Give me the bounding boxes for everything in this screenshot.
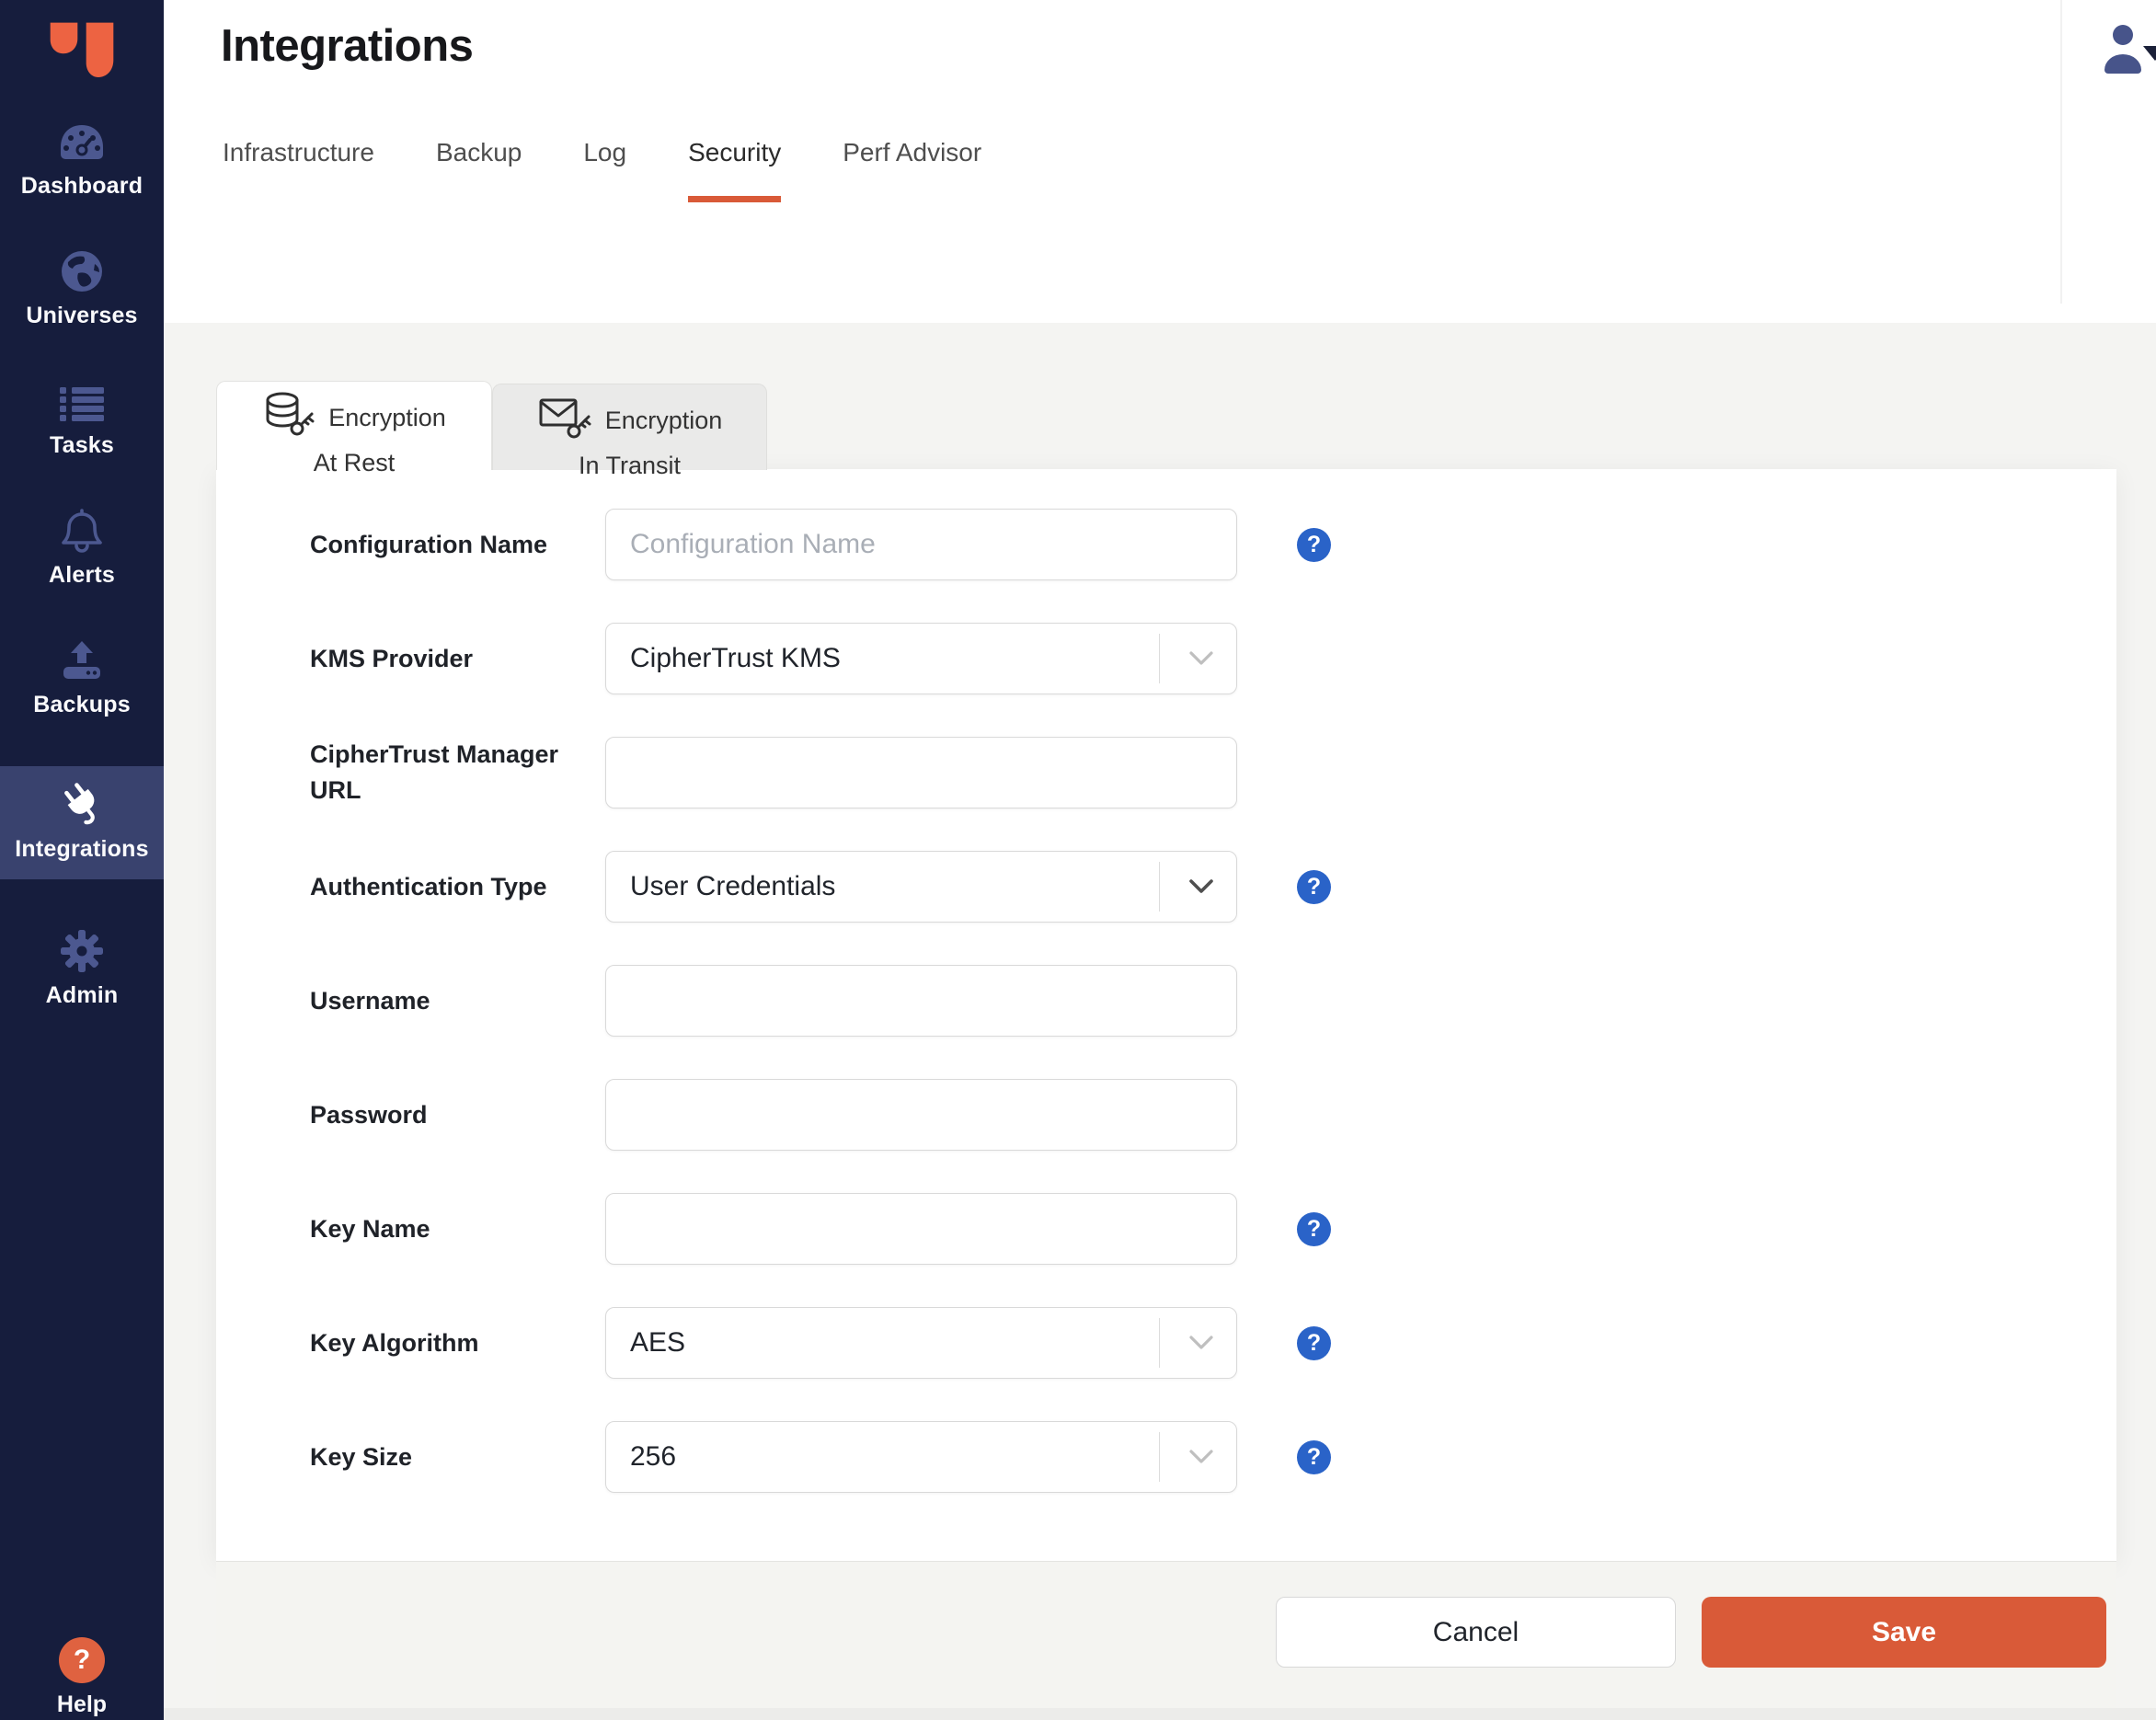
yugabyte-logo [50,22,114,77]
kms-provider-value: CipherTrust KMS [630,643,841,673]
help-circle-icon[interactable]: ? [1297,1325,1331,1360]
page-header: Integrations Infrastructure Backup Log S… [164,0,2156,323]
configuration-name-input[interactable] [605,509,1237,580]
field-label: CipherTrust Manager URL [310,740,559,804]
form-row: Key Name ? [310,1193,2116,1265]
sidebar-nav: Dashboard Universes Tasks Alerts Backups… [0,118,164,1057]
cancel-button[interactable]: Cancel [1276,1597,1676,1668]
select-divider [1159,1432,1160,1482]
help-label: Help [56,1691,108,1717]
chevron-down-icon [1187,650,1215,667]
form-row: CipherTrust Manager URL [310,737,2116,808]
header-tabs: Infrastructure Backup Log Security Perf … [223,138,981,202]
sidebar-item-label: Integrations [15,835,149,862]
key-algorithm-select[interactable]: AES [605,1307,1237,1379]
help-circle-icon[interactable]: ? [1297,527,1331,562]
bell-icon [60,507,104,553]
enc-tab-label-line1: Encryption [328,404,446,431]
field-label: Authentication Type [310,872,547,900]
form-row: Password [310,1079,2116,1151]
sidebar: Dashboard Universes Tasks Alerts Backups… [0,0,164,1720]
select-divider [1159,634,1160,683]
encryption-at-rest-panel: Configuration Name ? KMS Provider Cipher… [216,469,2116,1562]
enc-tab-label-line2: In Transit [578,452,682,479]
envelope-key-icon [537,394,592,448]
sidebar-item-alerts[interactable]: Alerts [0,507,164,589]
gear-icon [60,927,104,973]
chevron-down-icon [1187,878,1215,895]
user-avatar-icon[interactable] [2097,22,2149,80]
sidebar-item-admin[interactable]: Admin [0,927,164,1009]
list-icon [60,377,104,423]
form-row: Authentication Type User Credentials ? [310,851,2116,923]
authentication-type-value: User Credentials [630,871,836,901]
kms-config-form: Configuration Name ? KMS Provider Cipher… [216,469,2116,1493]
sidebar-item-help[interactable]: ? Help [0,1637,164,1718]
chevron-down-icon [1187,1449,1215,1465]
sidebar-item-label: Tasks [49,431,115,458]
field-label: Configuration Name [310,530,548,558]
sidebar-item-tasks[interactable]: Tasks [0,377,164,459]
sidebar-item-label: Dashboard [20,172,143,199]
gauge-icon [59,118,105,164]
tab-encryption-at-rest[interactable]: Encryption At Rest [216,381,492,476]
form-row: Configuration Name ? [310,509,2116,580]
help-circle-icon[interactable]: ? [1297,869,1331,904]
upload-icon [60,636,104,682]
page-title: Integrations [221,21,474,71]
select-divider [1159,862,1160,912]
ciphertrust-manager-url-input[interactable] [605,737,1237,808]
tab-log[interactable]: Log [583,138,626,202]
sidebar-item-universes[interactable]: Universes [0,247,164,329]
content-area: Encryption At Rest Encryption In Transit… [164,323,2156,1720]
form-row: Username [310,965,2116,1037]
sidebar-item-backups[interactable]: Backups [0,636,164,718]
key-name-input[interactable] [605,1193,1237,1265]
kms-provider-select[interactable]: CipherTrust KMS [605,623,1237,694]
key-size-select[interactable]: 256 [605,1421,1237,1493]
form-footer: Cancel Save [216,1561,2116,1708]
field-label: KMS Provider [310,644,474,672]
password-input[interactable] [605,1079,1237,1151]
question-icon: ? [59,1637,105,1683]
caret-down-icon[interactable] [2143,46,2156,61]
username-input[interactable] [605,965,1237,1037]
page-bottom-strip [164,1708,2156,1720]
enc-tab-label-line1: Encryption [604,407,723,434]
sidebar-item-label: Backups [33,691,131,717]
authentication-type-select[interactable]: User Credentials [605,851,1237,923]
key-size-value: 256 [630,1441,677,1472]
field-label: Key Size [310,1442,413,1471]
sidebar-item-label: Admin [45,981,119,1008]
sidebar-item-dashboard[interactable]: Dashboard [0,118,164,200]
sidebar-item-label: Alerts [48,561,116,588]
key-algorithm-value: AES [630,1327,686,1358]
select-divider [1159,1318,1160,1368]
help-circle-icon[interactable]: ? [1297,1211,1331,1246]
field-label: Key Algorithm [310,1328,479,1357]
database-key-icon [262,391,315,445]
enc-tab-label-line2: At Rest [313,449,396,476]
form-row: Key Size 256 ? [310,1421,2116,1493]
tab-perf-advisor[interactable]: Perf Advisor [843,138,981,202]
globe-icon [60,247,104,293]
tab-backup[interactable]: Backup [436,138,522,202]
tab-encryption-in-transit[interactable]: Encryption In Transit [492,384,767,479]
tab-infrastructure[interactable]: Infrastructure [223,138,374,202]
tab-security[interactable]: Security [688,138,782,202]
header-separator [2060,0,2062,304]
plug-icon [56,781,108,827]
chevron-down-icon [1187,1335,1215,1351]
field-label: Password [310,1100,428,1129]
field-label: Key Name [310,1214,430,1243]
form-row: KMS Provider CipherTrust KMS [310,623,2116,694]
app-window: Dashboard Universes Tasks Alerts Backups… [0,0,2156,1720]
sidebar-item-label: Universes [26,302,138,328]
help-circle-icon[interactable]: ? [1297,1439,1331,1474]
field-label: Username [310,986,430,1015]
sidebar-item-integrations[interactable]: Integrations [0,765,164,879]
save-button[interactable]: Save [1702,1597,2106,1668]
form-row: Key Algorithm AES ? [310,1307,2116,1379]
